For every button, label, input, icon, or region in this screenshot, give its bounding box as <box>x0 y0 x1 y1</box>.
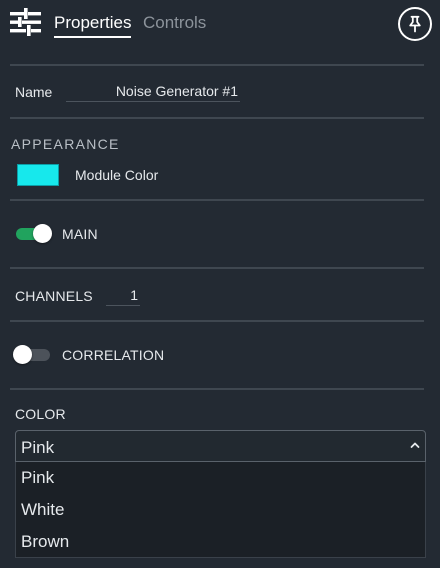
name-field[interactable]: Noise Generator #1 <box>66 80 240 102</box>
divider <box>10 388 424 390</box>
sliders-icon[interactable] <box>10 7 42 37</box>
channels-label: CHANNELS <box>15 288 93 304</box>
module-color-label: Module Color <box>75 167 159 183</box>
pin-icon <box>409 15 421 33</box>
main-label: MAIN <box>62 226 98 242</box>
tab-controls[interactable]: Controls <box>143 13 206 33</box>
divider <box>10 320 424 322</box>
color-select[interactable]: Pink <box>15 430 426 462</box>
appearance-section-title: APPEARANCE <box>11 136 120 152</box>
panel-header: Properties Controls <box>0 0 440 46</box>
divider <box>10 64 424 66</box>
main-toggle[interactable] <box>16 223 52 243</box>
chevron-up-icon <box>410 442 420 448</box>
divider <box>10 199 424 201</box>
divider <box>10 117 424 119</box>
color-option-brown[interactable]: Brown <box>21 532 69 552</box>
toggle-knob <box>13 345 32 364</box>
color-option-white[interactable]: White <box>21 500 64 520</box>
channels-field[interactable]: 1 <box>106 284 140 306</box>
module-color-swatch[interactable] <box>17 164 59 186</box>
color-option-pink[interactable]: Pink <box>21 468 54 488</box>
divider <box>10 267 424 269</box>
color-select-value: Pink <box>21 438 55 457</box>
pin-button[interactable] <box>398 7 432 41</box>
toggle-knob <box>33 224 52 243</box>
tab-properties[interactable]: Properties <box>54 13 132 38</box>
name-label: Name <box>15 84 53 100</box>
correlation-label: CORRELATION <box>62 347 165 363</box>
color-label: COLOR <box>15 406 66 422</box>
correlation-toggle[interactable] <box>13 344 50 364</box>
color-options-list: Pink White Brown <box>15 462 426 558</box>
